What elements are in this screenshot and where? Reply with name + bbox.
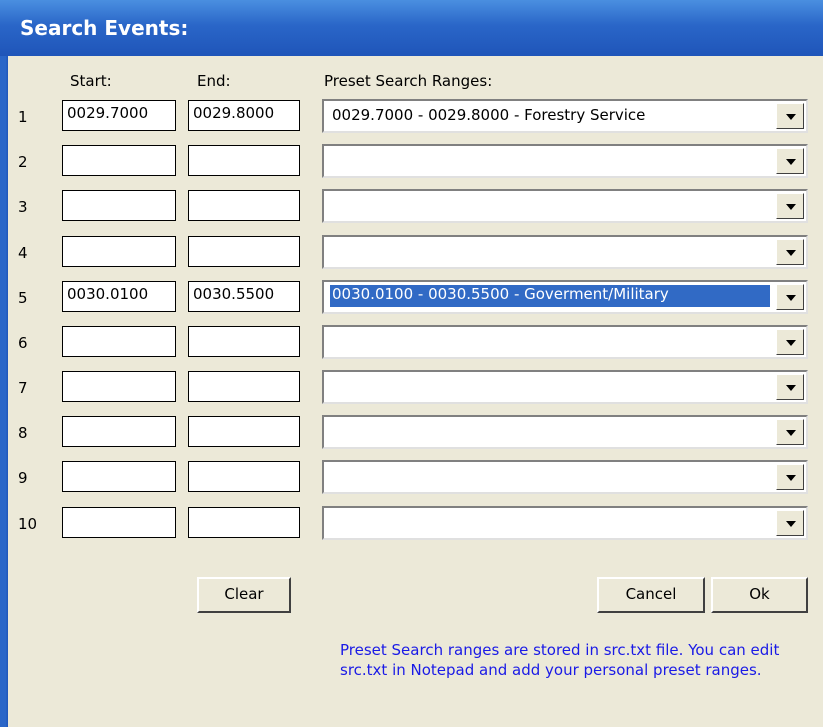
end-field[interactable]: 0029.8000: [188, 100, 300, 131]
preset-range-value: [330, 242, 770, 262]
start-column-header: Start:: [70, 72, 112, 90]
start-field[interactable]: [62, 326, 176, 357]
end-field[interactable]: [188, 145, 300, 176]
dropdown-arrow-icon[interactable]: [776, 419, 804, 445]
clear-button[interactable]: Clear: [197, 577, 291, 613]
preset-range-value: [330, 151, 770, 171]
end-field[interactable]: [188, 236, 300, 267]
end-field[interactable]: [188, 326, 300, 357]
end-field[interactable]: [188, 371, 300, 402]
end-field[interactable]: [188, 190, 300, 221]
window-left-border: [0, 56, 8, 727]
preset-range-select[interactable]: [322, 460, 808, 494]
row-number: 10: [18, 515, 38, 533]
preset-range-select[interactable]: [322, 506, 808, 540]
start-field[interactable]: [62, 145, 176, 176]
row-number: 1: [18, 108, 28, 126]
search-events-dialog: Search Events: Start: End: Preset Search…: [0, 0, 823, 727]
dropdown-arrow-icon[interactable]: [776, 193, 804, 219]
preset-info-note: Preset Search ranges are stored in src.t…: [340, 641, 780, 679]
row-number: 7: [18, 379, 28, 397]
start-field[interactable]: [62, 507, 176, 538]
row-number: 6: [18, 334, 28, 352]
preset-range-select[interactable]: [322, 189, 808, 223]
end-field[interactable]: [188, 507, 300, 538]
dropdown-arrow-icon[interactable]: [776, 284, 804, 310]
preset-range-select[interactable]: [322, 370, 808, 404]
row-number: 5: [18, 289, 28, 307]
dropdown-arrow-icon[interactable]: [776, 374, 804, 400]
preset-range-select[interactable]: [322, 235, 808, 269]
row-number: 3: [18, 198, 28, 216]
preset-range-value: [330, 422, 770, 442]
dropdown-arrow-icon[interactable]: [776, 239, 804, 265]
row-number: 9: [18, 469, 28, 487]
preset-range-value: [330, 196, 770, 216]
preset-range-select[interactable]: [322, 144, 808, 178]
title-bar[interactable]: Search Events:: [0, 0, 823, 56]
start-field[interactable]: [62, 461, 176, 492]
row-number: 2: [18, 153, 28, 171]
start-field[interactable]: [62, 416, 176, 447]
start-field[interactable]: [62, 236, 176, 267]
row-number: 8: [18, 424, 28, 442]
dropdown-arrow-icon[interactable]: [776, 103, 804, 129]
end-field[interactable]: 0030.5500: [188, 281, 300, 312]
preset-range-value: 0029.7000 - 0029.8000 - Forestry Service: [332, 106, 646, 124]
end-column-header: End:: [197, 72, 231, 90]
window-title: Search Events:: [20, 16, 189, 40]
dropdown-arrow-icon[interactable]: [776, 148, 804, 174]
start-field[interactable]: 0029.7000: [62, 100, 176, 131]
start-field[interactable]: 0030.0100: [62, 281, 176, 312]
row-number: 4: [18, 244, 28, 262]
preset-range-select[interactable]: [322, 325, 808, 359]
dropdown-arrow-icon[interactable]: [776, 464, 804, 490]
cancel-button[interactable]: Cancel: [597, 577, 705, 613]
preset-range-select[interactable]: 0029.7000 - 0029.8000 - Forestry Service: [322, 99, 808, 133]
end-field[interactable]: [188, 416, 300, 447]
preset-range-select[interactable]: 0030.0100 - 0030.5500 - Goverment/Milita…: [322, 280, 808, 314]
preset-range-value: [330, 377, 770, 397]
preset-range-value: 0030.0100 - 0030.5500 - Goverment/Milita…: [330, 285, 770, 307]
ok-button[interactable]: Ok: [711, 577, 808, 613]
preset-range-value: [330, 332, 770, 352]
end-field[interactable]: [188, 461, 300, 492]
preset-range-value: [330, 467, 770, 487]
preset-range-value: [330, 513, 770, 533]
preset-range-select[interactable]: [322, 415, 808, 449]
dropdown-arrow-icon[interactable]: [776, 329, 804, 355]
start-field[interactable]: [62, 190, 176, 221]
dropdown-arrow-icon[interactable]: [776, 510, 804, 536]
start-field[interactable]: [62, 371, 176, 402]
preset-column-header: Preset Search Ranges:: [324, 72, 493, 90]
